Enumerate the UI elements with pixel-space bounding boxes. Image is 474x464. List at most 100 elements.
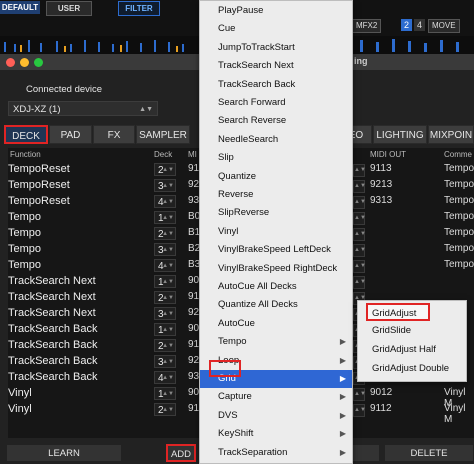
menu-item-dvs[interactable]: DVS ▶ [200, 407, 352, 425]
menu-item-search-reverse[interactable]: Search Reverse [200, 112, 352, 130]
menu-item-playpause[interactable]: PlayPause [200, 2, 352, 20]
menu-item-slip[interactable]: Slip [200, 149, 352, 167]
submenu-item-gridslide[interactable]: GridSlide [358, 322, 466, 340]
menu-item-vinylbrakespeed-leftdeck[interactable]: VinylBrakeSpeed LeftDeck [200, 241, 352, 259]
deck-select[interactable]: 1 ▲▼ [154, 275, 176, 288]
tab-lighting[interactable]: LIGHTING [373, 125, 427, 144]
menu-item-label: Search Forward [218, 97, 286, 108]
submenu-item-gridadjust[interactable]: GridAdjust [366, 303, 430, 321]
submenu-item-gridadjust-half[interactable]: GridAdjust Half [358, 341, 466, 359]
close-window-button[interactable] [6, 58, 15, 67]
window-title: ing [354, 56, 368, 66]
deck-select[interactable]: 1 ▲▼ [154, 211, 176, 224]
deck-select[interactable]: 2 ▲▼ [154, 227, 176, 240]
menu-item-quantize-all-decks[interactable]: Quantize All Decks [200, 296, 352, 314]
deck-select[interactable]: 3 ▲▼ [154, 307, 176, 320]
tab-deck[interactable]: DECK [4, 125, 48, 144]
function-cell: TempoReset [8, 179, 70, 191]
deck-select[interactable]: 1 ▲▼ [154, 387, 176, 400]
column-header-comment[interactable]: Comme [444, 150, 472, 159]
menu-item-reverse[interactable]: Reverse [200, 186, 352, 204]
menu-item-trackseparation[interactable]: TrackSeparation ▶ [200, 444, 352, 462]
menu-item-vinyl[interactable]: Vinyl [200, 223, 352, 241]
deck-select[interactable]: 3 ▲▼ [154, 179, 176, 192]
minimize-window-button[interactable] [20, 58, 29, 67]
midi-in-cell: 92 [188, 307, 200, 318]
menu-item-label: SlipReverse [218, 207, 270, 219]
tab-sampler[interactable]: SAMPLER [136, 125, 190, 144]
delete-button[interactable]: DELETE [384, 444, 474, 462]
tab-pad[interactable]: PAD [49, 125, 92, 144]
tab-fx[interactable]: FX [93, 125, 135, 144]
channel-select[interactable]: ▲▼ [353, 388, 366, 401]
menu-item-label: TrackSeparation [218, 446, 288, 458]
deck-select[interactable]: 3 ▲▼ [154, 355, 176, 368]
menu-item-autocue-all-decks[interactable]: AutoCue All Decks [200, 278, 352, 296]
midi-out-cell: 9112 [370, 403, 392, 414]
menu-item-label: Tempo [218, 336, 247, 348]
submenu-arrow-icon: ▶ [339, 447, 346, 457]
deck-select[interactable]: 2 ▲▼ [154, 339, 176, 352]
channel-select[interactable]: ▲▼ [353, 404, 366, 417]
deck-select[interactable]: 4 ▲▼ [154, 259, 176, 272]
submenu-item-gridadjust-double[interactable]: GridAdjust Double [358, 360, 466, 378]
menu-item-tracksearch-next[interactable]: TrackSearch Next [200, 57, 352, 75]
channel-select[interactable]: ▲▼ [353, 244, 366, 257]
deck-select[interactable]: 1 ▲▼ [154, 323, 176, 336]
deck-select[interactable]: 2 ▲▼ [154, 291, 176, 304]
column-header-deck[interactable]: Deck [154, 150, 172, 159]
device-select[interactable]: XDJ-XZ (1) ▲▼ [8, 101, 158, 116]
menu-item-quantize[interactable]: Quantize [200, 168, 352, 186]
channel-select[interactable]: ▲▼ [353, 228, 366, 241]
menu-item-vinylbrakespeed-rightdeck[interactable]: VinylBrakeSpeed RightDeck [200, 260, 352, 278]
deck-select[interactable]: 3 ▲▼ [154, 243, 176, 256]
learn-button[interactable]: LEARN [6, 444, 122, 462]
menu-item-jumptotrackstart[interactable]: JumpToTrackStart [200, 39, 352, 57]
function-cell: TrackSearch Next [8, 307, 96, 319]
channel-select[interactable]: ▲▼ [353, 164, 366, 177]
chevron-updown-icon: ▲▼ [162, 263, 174, 269]
midi-in-cell: 91 [188, 163, 200, 174]
channel-select[interactable]: ▲▼ [353, 180, 366, 193]
menu-item-needlesearch[interactable]: NeedleSearch [200, 131, 352, 149]
maximize-window-button[interactable] [34, 58, 43, 67]
function-cell: Tempo [8, 227, 42, 239]
column-header-midi-in[interactable]: MI [188, 150, 197, 159]
number-2-button[interactable]: 2 [401, 19, 412, 31]
menu-item-keyshift[interactable]: KeyShift ▶ [200, 425, 352, 443]
deck-select[interactable]: 2 ▲▼ [154, 403, 176, 416]
column-header-midi-out[interactable]: MIDI OUT [370, 150, 406, 159]
deck-select[interactable]: 2 ▲▼ [154, 163, 176, 176]
deck-select[interactable]: 4 ▲▼ [154, 371, 176, 384]
tab-user[interactable]: USER [46, 1, 92, 16]
deck-select[interactable]: 4 ▲▼ [154, 195, 176, 208]
submenu-arrow-icon: ▶ [339, 429, 346, 439]
tab-default[interactable]: DEFAULT [0, 1, 40, 14]
channel-select[interactable]: ▲▼ [353, 276, 366, 289]
menu-item-slipreverse[interactable]: SlipReverse [200, 204, 352, 222]
tab-filter[interactable]: FILTER [118, 1, 160, 16]
midi-in-cell: 90 [188, 323, 200, 334]
channel-select[interactable]: ▲▼ [353, 260, 366, 273]
midi-in-cell: 93 [188, 195, 200, 206]
menu-item-autocue[interactable]: AutoCue [200, 315, 352, 333]
submenu-arrow-icon: ▶ [339, 410, 346, 420]
function-cell: TrackSearch Back [8, 355, 98, 367]
channel-select[interactable]: ▲▼ [353, 212, 366, 225]
column-header-function[interactable]: Function [10, 150, 41, 159]
chevron-updown-icon: ▲▼ [162, 167, 174, 173]
function-cell: TrackSearch Back [8, 371, 98, 383]
menu-item-cue[interactable]: Cue [200, 20, 352, 38]
chevron-updown-icon: ▲▼ [162, 327, 174, 333]
add-button[interactable]: ADD [166, 444, 196, 462]
function-cell: Tempo [8, 259, 42, 271]
channel-select[interactable]: ▲▼ [353, 196, 366, 209]
tab-mixpoint[interactable]: MIXPOIN [428, 125, 474, 144]
menu-item-capture[interactable]: Capture ▶ [200, 388, 352, 406]
menu-item-search-forward[interactable]: Search Forward [200, 94, 352, 112]
number-4-button[interactable]: 4 [414, 19, 425, 31]
move-button[interactable]: MOVE [428, 19, 460, 33]
menu-item-label: AutoCue All Decks [218, 281, 297, 292]
menu-item-tracksearch-back[interactable]: TrackSearch Back [200, 76, 352, 94]
menu-item-tempo[interactable]: Tempo ▶ [200, 333, 352, 351]
